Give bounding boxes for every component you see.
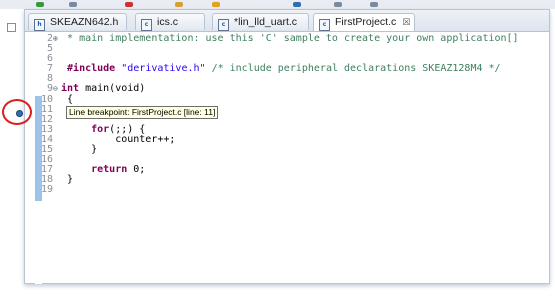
preprocessor-directive: #include	[67, 63, 116, 75]
c-file-icon: c	[319, 19, 330, 31]
code-text: {	[67, 93, 74, 105]
tab-label: FirstProject.c	[335, 16, 397, 28]
toolbar-run-icon[interactable]	[36, 2, 44, 7]
toolbar-icon[interactable]	[370, 2, 378, 7]
header-file-icon: h	[34, 19, 45, 31]
comment-text: /* include peripheral declarations SKEAZ…	[211, 63, 501, 75]
breakpoint-tooltip: Line breakpoint: FirstProject.c [line: 1…	[66, 106, 219, 119]
collapse-fold-icon[interactable]: ⊖	[53, 84, 61, 94]
code-text: 0;	[133, 164, 146, 176]
code-line: 9⊖ int main(void)	[39, 84, 519, 94]
code-line: 7 #include "derivative.h" /* include per…	[39, 64, 519, 74]
keyword: return	[91, 164, 128, 176]
code-text: }	[91, 144, 98, 156]
tab-firstproject-c[interactable]: c FirstProject.c ☒	[313, 13, 415, 31]
code-line: 17 return 0;	[39, 165, 519, 175]
toolbar-debug-icon[interactable]	[293, 2, 301, 7]
minimize-view-icon[interactable]	[7, 23, 16, 32]
code-line: 10 {	[39, 93, 519, 105]
close-tab-icon[interactable]: ☒	[402, 18, 410, 28]
line-number: 19	[40, 184, 53, 196]
code-line: 19	[39, 185, 519, 195]
tab-label: *lin_lld_uart.c	[234, 16, 298, 28]
editor-view: h SKEAZN642.h c ics.c c *lin_lld_uart.c c Fi…	[24, 9, 550, 284]
toolbar-stop-icon[interactable]	[125, 2, 133, 7]
highlight-circle	[2, 99, 32, 125]
tab-skeazn642-h[interactable]: h SKEAZN642.h	[28, 13, 127, 31]
top-toolbar-strip	[0, 0, 555, 9]
folded-comment-box: []	[506, 33, 519, 44]
code-line: 15 }	[39, 144, 519, 156]
toolbar-folder-icon[interactable]	[175, 2, 183, 7]
toolbar-icon[interactable]	[69, 2, 77, 7]
code-line: 18 }	[39, 175, 519, 185]
toolbar-icon[interactable]	[334, 2, 342, 7]
toolbar-folder-icon[interactable]	[212, 2, 220, 7]
c-file-icon: c	[141, 19, 152, 31]
comment-text: * main implementation: use this 'C' samp…	[67, 33, 507, 44]
tab-ics-c[interactable]: c ics.c	[135, 13, 205, 31]
include-string: "derivative.h"	[121, 63, 206, 75]
c-file-icon: c	[218, 19, 229, 31]
code-text: main(void)	[85, 83, 146, 95]
code-line: 5	[39, 43, 519, 54]
expand-fold-icon[interactable]: ⊕	[53, 34, 61, 44]
editor-tab-bar: h SKEAZN642.h c ics.c c *lin_lld_uart.c c Fi…	[25, 10, 549, 32]
code-text: counter++;	[115, 133, 176, 145]
tab-lin-lld-uart-c[interactable]: c *lin_lld_uart.c	[212, 13, 309, 31]
code-line: 14 counter++;	[39, 133, 519, 145]
code-text: }	[67, 174, 74, 186]
left-panel	[0, 9, 24, 297]
code-line: 2⊕ * main implementation: use this 'C' s…	[39, 33, 519, 44]
tab-label: SKEAZN642.h	[50, 16, 119, 28]
tab-label: ics.c	[157, 16, 178, 28]
